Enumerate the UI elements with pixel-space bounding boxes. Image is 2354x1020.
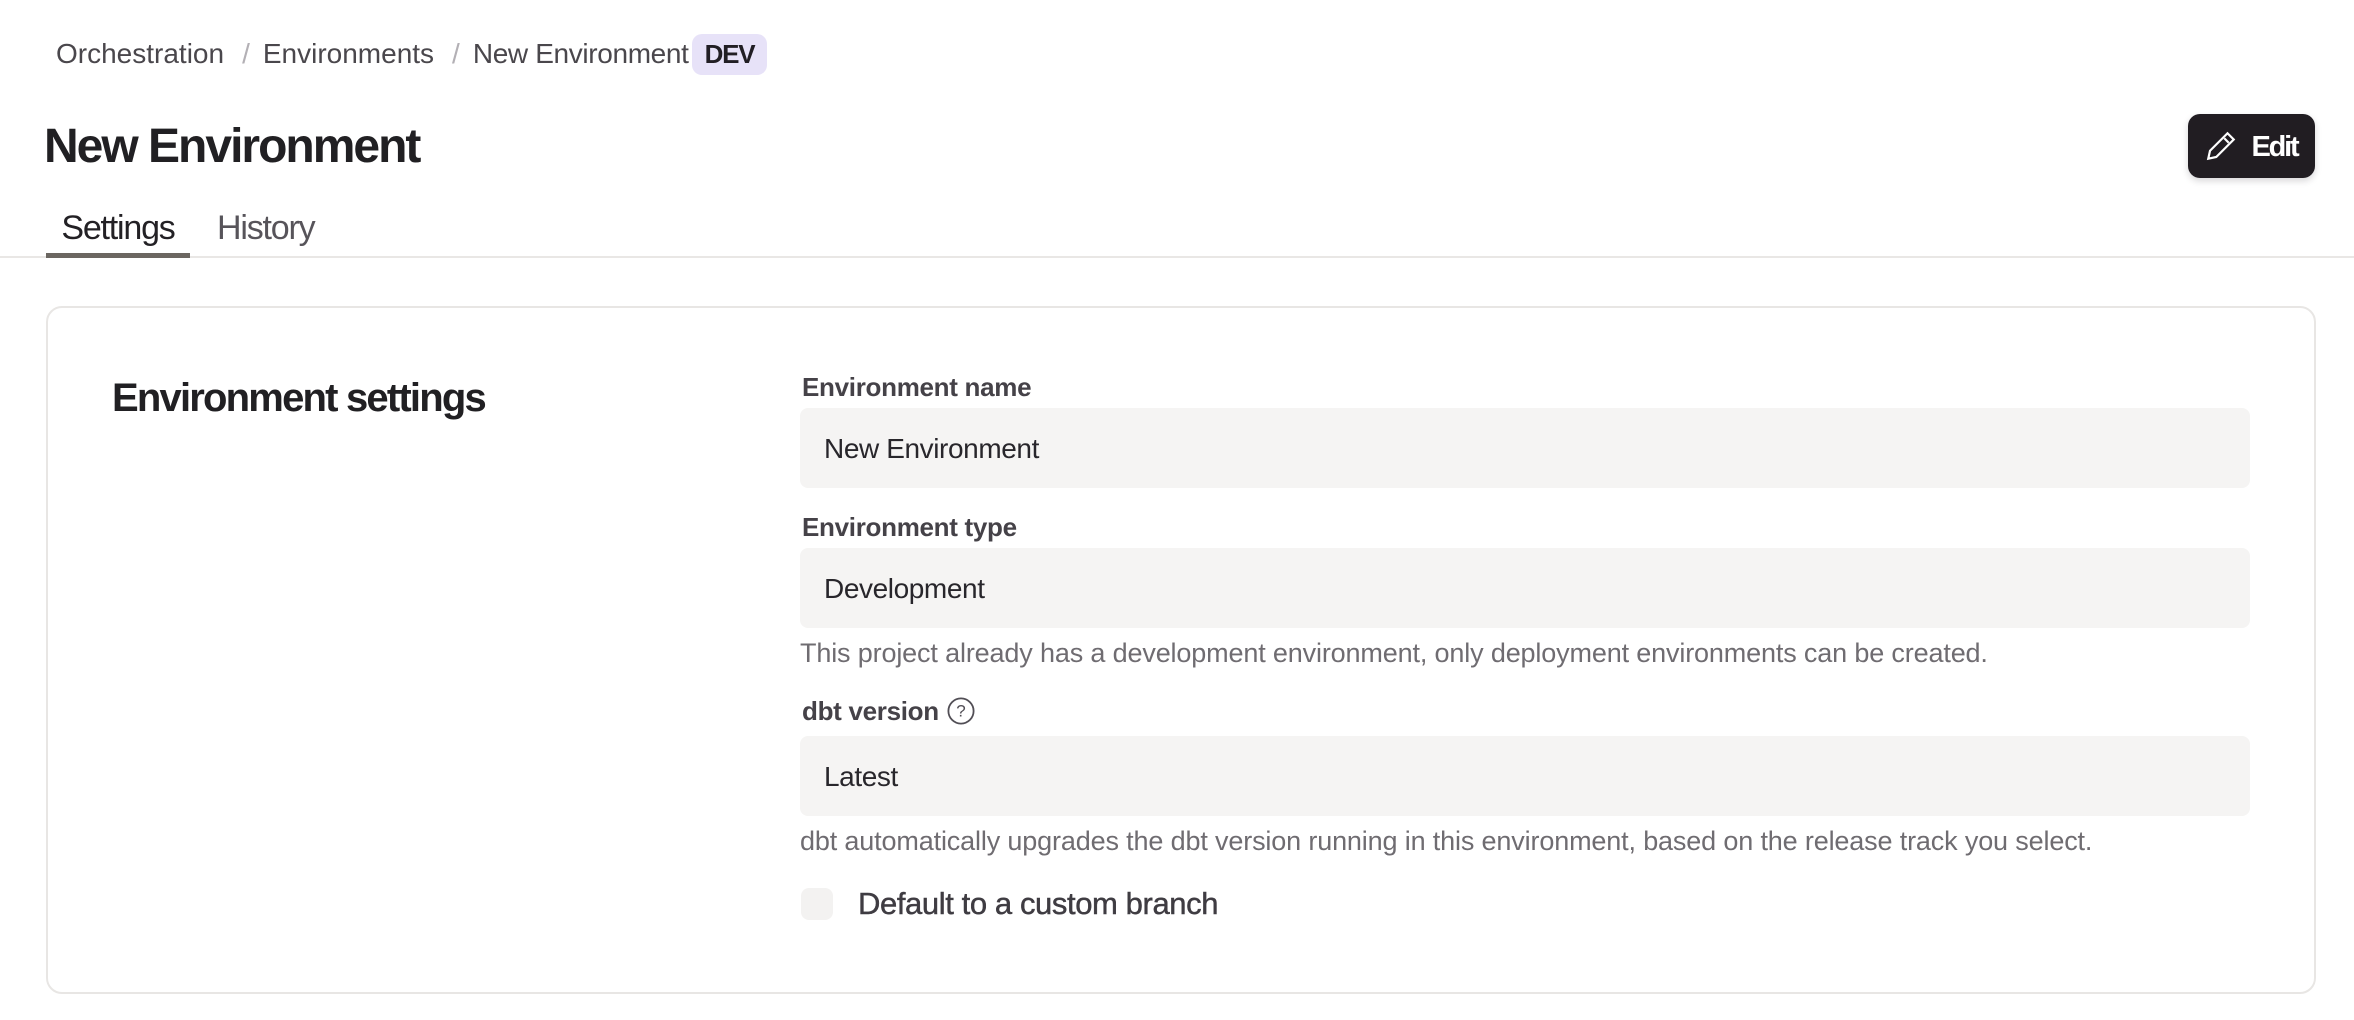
svg-text:?: ? [956,702,965,721]
